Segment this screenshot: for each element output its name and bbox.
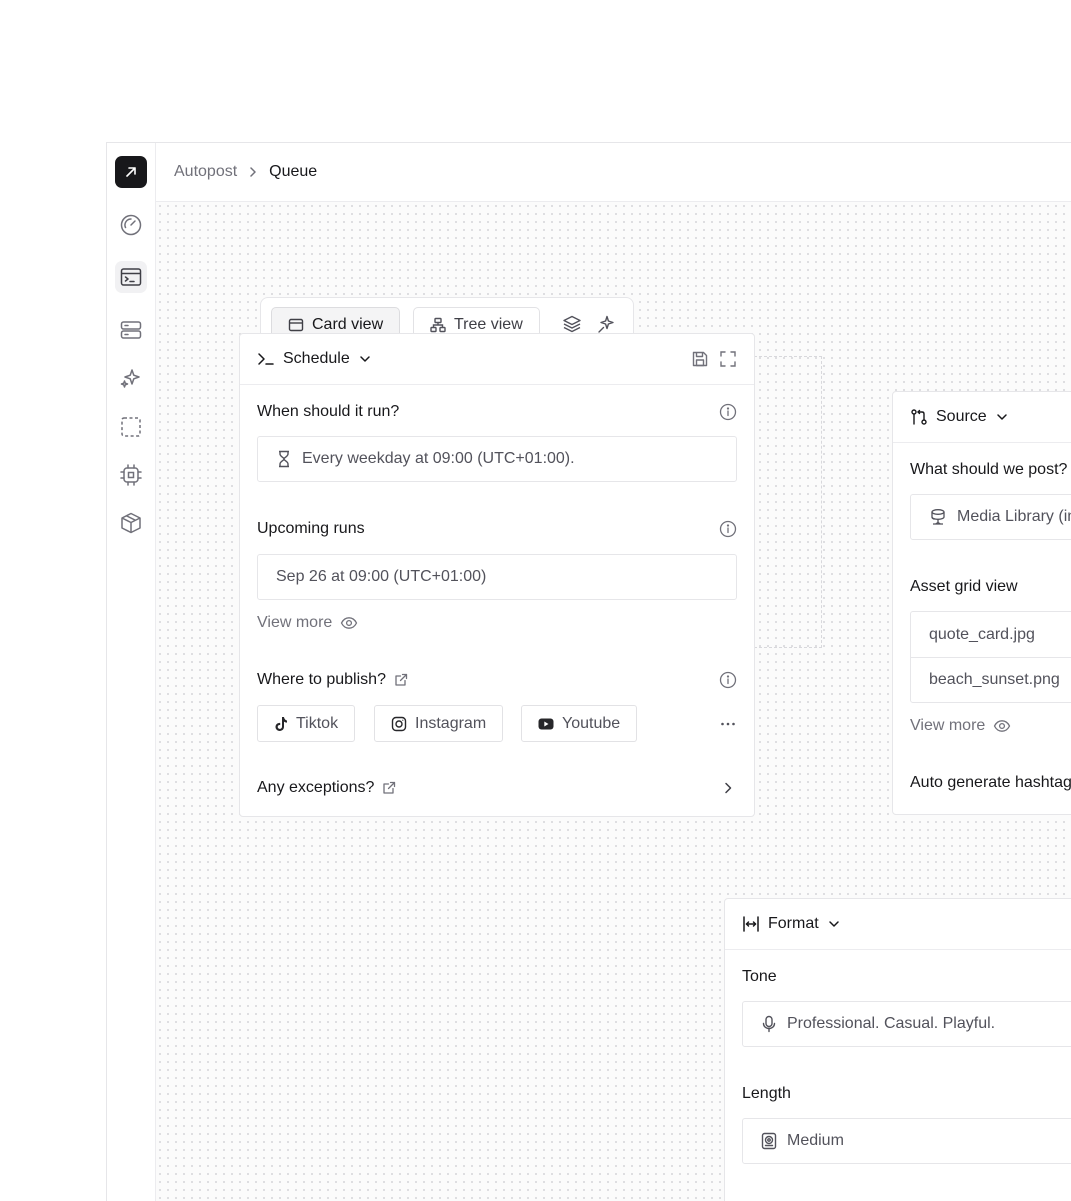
length-field[interactable]: Medium	[742, 1118, 1071, 1164]
cpu-icon[interactable]	[115, 459, 147, 491]
media-library-field[interactable]: Media Library (images)	[910, 494, 1071, 540]
server-icon[interactable]	[115, 314, 147, 346]
fullscreen-icon[interactable]	[719, 350, 737, 368]
source-card-header: Source	[893, 392, 1071, 443]
schedule-title[interactable]: Schedule	[283, 350, 350, 368]
youtube-label: Youtube	[562, 714, 621, 732]
database-icon	[931, 509, 945, 525]
chevron-right-icon	[246, 165, 260, 179]
chevron-down-icon[interactable]	[358, 352, 372, 366]
width-icon	[742, 915, 760, 933]
view-more-link[interactable]: View more	[910, 717, 1011, 735]
git-compare-icon	[910, 408, 928, 426]
view-more-label: View more	[910, 717, 986, 734]
publish-label-row: Where to publish?	[257, 671, 408, 689]
chevron-down-icon[interactable]	[995, 410, 1009, 424]
when-label: When should it run?	[257, 403, 400, 420]
info-icon[interactable]	[719, 520, 737, 538]
instagram-icon	[391, 716, 407, 731]
length-value: Medium	[787, 1132, 844, 1149]
connector-line	[754, 356, 822, 648]
schedule-card: Schedule When should it run? Every weekd…	[239, 333, 755, 817]
breadcrumb-current: Queue	[269, 163, 318, 180]
upcoming-runs-label: Upcoming runs	[257, 520, 365, 537]
upcoming-run-field: Sep 26 at 09:00 (UTC+01:00)	[257, 554, 737, 600]
exceptions-row[interactable]: Any exceptions?	[257, 779, 396, 797]
upcoming-run-value: Sep 26 at 09:00 (UTC+01:00)	[276, 568, 487, 585]
format-card: Format Tone Professional. Casual. Playfu…	[724, 898, 1071, 1201]
platform-chip-instagram[interactable]: Instagram	[374, 705, 504, 742]
format-card-header: Format	[725, 899, 1071, 950]
logo-arrow-up-right-icon[interactable]	[115, 156, 147, 188]
platform-chip-tiktok[interactable]: Tiktok	[257, 705, 356, 742]
asset-name: quote_card.jpg	[929, 625, 1035, 643]
breadcrumb-parent[interactable]: Autopost	[174, 163, 237, 181]
youtube-icon	[538, 718, 554, 729]
magic-wand-icon[interactable]	[596, 314, 616, 334]
asset-grid-label: Asset grid view	[910, 578, 1018, 595]
asset-row[interactable]: quote_card.jpg	[910, 611, 1071, 658]
hashtags-label: Auto generate hashtags	[910, 774, 1071, 791]
save-icon[interactable]	[691, 350, 709, 368]
source-question-label: What should we post?	[910, 461, 1068, 478]
webcam-icon	[761, 1132, 777, 1150]
exceptions-label: Any exceptions?	[257, 779, 375, 796]
microphone-icon	[762, 1015, 776, 1033]
eye-icon	[341, 617, 358, 629]
package-icon[interactable]	[115, 507, 147, 539]
eye-icon	[994, 720, 1011, 732]
workflow-canvas[interactable]: Card view Tree view Schedule When should…	[156, 202, 1071, 1201]
source-card: Source What should we post? Media Librar…	[892, 391, 1071, 815]
instagram-label: Instagram	[415, 714, 487, 732]
view-more-link[interactable]: View more	[257, 614, 358, 632]
schedule-value: Every weekday at 09:00 (UTC+01:00).	[302, 450, 575, 467]
tiktok-icon	[275, 716, 287, 731]
length-label: Length	[742, 1085, 791, 1102]
tone-value: Professional. Casual. Playful.	[787, 1015, 996, 1032]
platform-chip-youtube[interactable]: Youtube	[521, 705, 638, 742]
source-title[interactable]: Source	[936, 408, 987, 426]
tiktok-label: Tiktok	[296, 714, 339, 732]
more-options-icon[interactable]	[719, 715, 737, 733]
chevron-down-icon[interactable]	[827, 917, 841, 931]
schedule-card-header: Schedule	[240, 334, 754, 385]
layers-icon[interactable]	[562, 314, 582, 334]
sparkles-icon[interactable]	[115, 362, 147, 394]
gauge-icon[interactable]	[115, 209, 147, 241]
breadcrumb: Autopost Queue	[156, 143, 1071, 202]
sidebar	[107, 143, 156, 1201]
info-icon[interactable]	[719, 671, 737, 689]
tree-view-label: Tree view	[454, 316, 523, 333]
card-icon	[288, 318, 304, 332]
card-view-label: Card view	[312, 316, 384, 333]
format-title[interactable]: Format	[768, 915, 819, 933]
publish-label: Where to publish?	[257, 671, 386, 688]
external-link-icon[interactable]	[394, 673, 408, 687]
app-window: Autopost Queue Card view Tree view Sched…	[106, 142, 1071, 1201]
scan-icon[interactable]	[115, 411, 147, 443]
view-more-label: View more	[257, 614, 333, 631]
tree-icon	[430, 317, 446, 333]
terminal-prompt-icon	[257, 350, 275, 368]
tone-label: Tone	[742, 968, 777, 985]
terminal-window-icon[interactable]	[115, 261, 147, 293]
asset-name: beach_sunset.png	[929, 671, 1060, 688]
asset-row[interactable]: beach_sunset.png	[910, 657, 1071, 703]
schedule-field[interactable]: Every weekday at 09:00 (UTC+01:00).	[257, 436, 737, 482]
external-link-icon[interactable]	[382, 781, 396, 795]
info-icon[interactable]	[719, 403, 737, 421]
tone-field[interactable]: Professional. Casual. Playful.	[742, 1001, 1071, 1047]
media-library-value: Media Library (images)	[957, 508, 1071, 525]
chevron-right-icon[interactable]	[721, 781, 735, 795]
hourglass-icon	[279, 450, 289, 468]
